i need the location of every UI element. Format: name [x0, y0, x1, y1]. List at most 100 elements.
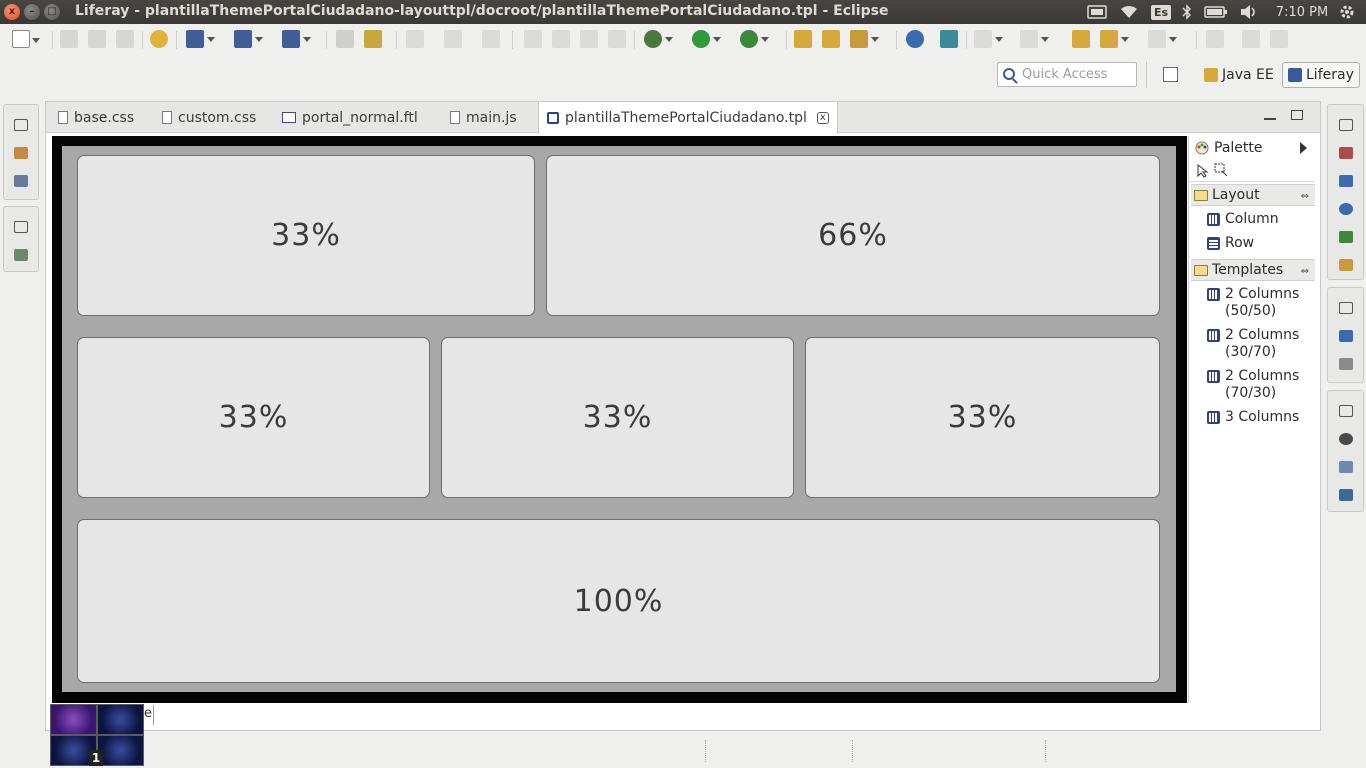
palette-item-row[interactable]: Row — [1207, 235, 1307, 252]
layout-column[interactable]: 33% — [77, 155, 535, 316]
layout-column[interactable]: 100% — [77, 519, 1160, 683]
palette-collapse-icon[interactable] — [1300, 142, 1307, 154]
restore-icon[interactable] — [1338, 405, 1353, 417]
tab-portal-normal-ftl[interactable]: portal_normal.ftl — [274, 102, 426, 133]
restore-icon[interactable] — [1338, 119, 1353, 131]
palette-item-template[interactable]: 2 Columns (50/50) — [1207, 286, 1307, 320]
palette-item-column[interactable]: Column — [1207, 211, 1307, 228]
suspend-icon[interactable] — [552, 30, 570, 48]
palette-header[interactable]: Palette — [1189, 136, 1315, 160]
maximize-window-button[interactable]: □ — [44, 4, 60, 20]
minimize-window-button[interactable]: – — [24, 4, 40, 20]
prev-annotation-icon[interactable] — [364, 30, 382, 48]
palette-item-template[interactable]: 3 Columns — [1207, 409, 1307, 426]
tasks-icon[interactable] — [1338, 259, 1353, 271]
new-template-icon[interactable] — [282, 30, 311, 48]
wifi-icon[interactable] — [1117, 0, 1141, 24]
palette-drawer-templates[interactable]: Templates ⇔ — [1191, 259, 1315, 281]
new-class-icon[interactable] — [234, 30, 263, 48]
tab-base-css[interactable]: base.css — [50, 102, 142, 133]
javadoc-icon[interactable] — [1338, 203, 1353, 215]
step-over-icon[interactable] — [444, 30, 462, 48]
last-edit-icon[interactable] — [1072, 30, 1090, 48]
layout-column[interactable]: 33% — [441, 337, 794, 498]
outline-view-icon[interactable] — [1338, 330, 1353, 342]
properties-icon[interactable] — [1338, 231, 1353, 243]
external-tools-icon[interactable] — [740, 30, 769, 48]
hierarchy-icon[interactable] — [1338, 358, 1353, 370]
web-browser-icon[interactable] — [940, 30, 958, 48]
next-edit-icon[interactable] — [974, 30, 1003, 48]
clock[interactable]: 7:10 PM — [1272, 0, 1332, 24]
layout-column[interactable]: 33% — [77, 337, 430, 498]
tab-main-js[interactable]: main.js — [442, 102, 525, 133]
liferay-icon[interactable] — [150, 30, 168, 48]
new-icon[interactable] — [12, 30, 40, 48]
layout-column[interactable]: 33% — [805, 337, 1160, 498]
open-perspective-icon[interactable] — [1163, 67, 1178, 82]
select-tool-icon[interactable] — [1197, 164, 1209, 178]
forward-icon[interactable] — [1148, 30, 1177, 48]
next-annotation-icon[interactable] — [336, 30, 354, 48]
new-project-icon[interactable] — [186, 30, 215, 48]
quick-access-field[interactable]: Quick Access — [997, 62, 1137, 87]
bluetooth-icon[interactable] — [1178, 0, 1196, 24]
search-icon[interactable] — [850, 30, 879, 48]
close-tab-icon[interactable]: x — [816, 112, 829, 124]
palette-title: Palette — [1214, 140, 1263, 156]
globe-icon[interactable] — [906, 30, 924, 48]
palette-drawer-layout[interactable]: Layout ⇔ — [1191, 184, 1315, 206]
save-all-icon[interactable] — [88, 30, 106, 48]
variables-icon[interactable] — [1338, 461, 1353, 473]
step-into-icon[interactable] — [406, 30, 424, 48]
close-window-button[interactable]: x — [4, 4, 20, 20]
battery-icon[interactable] — [1203, 0, 1229, 24]
tab-plantilla-tpl[interactable]: plantillaThemePortalCiudadano.tpl x — [538, 102, 838, 134]
perspective-liferay[interactable]: Liferay — [1282, 62, 1360, 88]
open-type-icon[interactable] — [794, 30, 812, 48]
step-return-icon[interactable] — [482, 30, 500, 48]
keyboard-layout-label: Es — [1150, 4, 1172, 20]
design-tab-label[interactable]: e — [144, 706, 152, 721]
run-icon[interactable] — [692, 30, 721, 48]
restore-icon[interactable] — [14, 119, 28, 131]
workspace-1[interactable] — [50, 704, 97, 735]
layout-column[interactable]: 66% — [546, 155, 1160, 316]
keyboard-layout-indicator[interactable]: Es — [1150, 0, 1172, 24]
open-task-icon[interactable] — [822, 30, 840, 48]
servers-icon[interactable] — [14, 249, 28, 261]
print-icon[interactable] — [116, 30, 134, 48]
workspace-2[interactable] — [97, 704, 144, 735]
marquee-tool-icon[interactable] — [1214, 163, 1228, 177]
volume-icon[interactable] — [1237, 0, 1261, 24]
indicator-icon[interactable] — [1086, 0, 1108, 24]
console-icon[interactable] — [1338, 175, 1353, 187]
restore-icon[interactable] — [14, 221, 28, 233]
redo-icon[interactable] — [1270, 30, 1288, 48]
terminate-icon[interactable] — [580, 30, 598, 48]
perspective-java-ee[interactable]: Java EE — [1199, 62, 1279, 88]
undo-icon[interactable] — [1242, 30, 1260, 48]
project-explorer-icon[interactable] — [14, 147, 28, 159]
pin-icon[interactable]: ⇔ — [1301, 191, 1309, 202]
disconnect-icon[interactable] — [608, 30, 626, 48]
gear-icon[interactable] — [1336, 0, 1358, 24]
minimize-editor-icon[interactable] — [1264, 110, 1276, 120]
breakpoints-icon[interactable] — [1338, 489, 1353, 501]
workspace-4[interactable] — [97, 735, 144, 766]
problems-icon[interactable] — [1338, 147, 1353, 159]
resume-icon[interactable] — [524, 30, 542, 48]
pin-icon[interactable]: ⇔ — [1301, 266, 1309, 277]
back-icon[interactable] — [1100, 30, 1129, 48]
debug-icon[interactable] — [644, 30, 673, 48]
debug-view-icon[interactable] — [1338, 433, 1353, 445]
prev-edit-icon[interactable] — [1020, 30, 1049, 48]
restore-icon[interactable] — [1338, 302, 1353, 314]
save-icon[interactable] — [60, 30, 78, 48]
tab-custom-css[interactable]: custom.css — [154, 102, 264, 133]
maximize-editor-icon[interactable] — [1291, 110, 1303, 120]
palette-item-template[interactable]: 2 Columns (30/70) — [1207, 327, 1307, 361]
palette-item-template[interactable]: 2 Columns (70/30) — [1207, 368, 1307, 402]
outline-icon[interactable] — [14, 175, 28, 187]
pin-editor-icon[interactable] — [1206, 30, 1224, 48]
